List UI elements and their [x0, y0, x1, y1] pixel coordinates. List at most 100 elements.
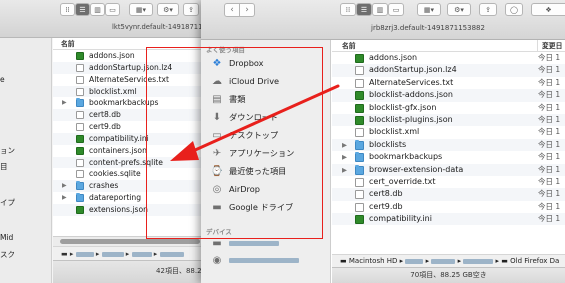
sidebar-item[interactable]: ▬ Google ドライブ	[201, 199, 331, 215]
file-row[interactable]: compatibility.ini	[53, 132, 212, 145]
path-root[interactable]: Macintosh HD	[349, 257, 398, 265]
scrollbar-thumb[interactable]	[60, 239, 200, 244]
group-button[interactable]: ▦▾	[129, 3, 153, 16]
list-view-button[interactable]: ☰	[356, 3, 372, 16]
file-row[interactable]: blocklist-gfx.json 今日 1	[332, 102, 565, 114]
path-segment[interactable]	[101, 251, 124, 257]
name-column-header[interactable]: 名前	[53, 38, 212, 50]
modified-date: 今日 1	[538, 214, 561, 224]
sidebar-device-item[interactable]: ▬	[201, 235, 331, 251]
sidebar-item[interactable]: ⬇ ダウンロード	[201, 109, 331, 125]
disclosure-triangle-icon[interactable]: ▶	[342, 151, 347, 163]
sidebar-item[interactable]: ョン	[0, 145, 15, 156]
json-file-icon	[355, 115, 364, 125]
file-row[interactable]: ▶ browser-extension-data 今日 1	[332, 163, 565, 176]
date-column-header[interactable]: 変更日	[537, 40, 565, 52]
icon-view-button[interactable]: ⁞⁞	[340, 3, 356, 16]
horizontal-scrollbar[interactable]	[53, 236, 212, 246]
list-view-button[interactable]: ☰	[75, 3, 90, 16]
path-segment[interactable]	[431, 258, 456, 264]
front-toolbar: ‹ › ⁞⁞ ☰ ▥ ▭ ▦▾ ⚙▾ ⇪ ◯ ❖ jrb8zrj3.defaul…	[201, 0, 565, 40]
share-button[interactable]: ⇪	[183, 3, 199, 16]
sidebar-item[interactable]: イプ	[0, 197, 15, 208]
column-view-button[interactable]: ▥	[90, 3, 105, 16]
disclosure-triangle-icon[interactable]: ▶	[342, 164, 347, 176]
sidebar-item[interactable]: スク	[0, 249, 15, 260]
disclosure-triangle-icon[interactable]: ▶	[62, 192, 67, 204]
file-name: crashes	[89, 181, 119, 191]
sidebar-item[interactable]: ☁ iCloud Drive	[201, 73, 331, 89]
sidebar-item[interactable]: e	[0, 75, 5, 84]
folder-icon	[355, 164, 364, 175]
disclosure-triangle-icon[interactable]: ▶	[62, 97, 67, 109]
share-button[interactable]: ⇪	[479, 3, 497, 16]
gallery-view-button[interactable]: ▭	[388, 3, 404, 16]
disk-icon: ◉	[212, 254, 222, 266]
name-column-header[interactable]: 名前	[342, 40, 356, 52]
back-button[interactable]: ‹	[224, 3, 240, 17]
path-leaf[interactable]: Old Firefox Da	[510, 257, 559, 265]
modified-date: 今日 1	[538, 164, 561, 174]
path-segment[interactable]	[159, 251, 184, 257]
json-file-icon	[76, 146, 84, 155]
file-row[interactable]: extensions.json	[53, 203, 212, 216]
icon-view-button[interactable]: ⁞⁞	[60, 3, 75, 16]
path-segment[interactable]	[463, 258, 494, 264]
disclosure-triangle-icon[interactable]: ▶	[342, 139, 347, 151]
path-segment[interactable]	[75, 251, 94, 257]
file-row[interactable]: cert9.db 今日 1	[332, 201, 565, 213]
group-button[interactable]: ▦▾	[417, 3, 441, 16]
front-file-list: 名前 変更日 addons.json 今日 1 addonStartup.json.…	[332, 40, 565, 254]
document-icon	[355, 202, 364, 212]
path-segment[interactable]	[131, 251, 152, 257]
sidebar-item-label: 書類	[229, 94, 246, 104]
cloud-icon: ☁	[212, 75, 222, 87]
sidebar-item[interactable]: ✈ アプリケーション	[201, 145, 331, 161]
file-row[interactable]: addonStartup.json.lz4 今日 1	[332, 64, 565, 77]
file-name: bookmarkbackups	[89, 98, 159, 108]
sidebar-item[interactable]: ◎ AirDrop	[201, 181, 331, 197]
tag-button[interactable]: ◯	[505, 3, 523, 16]
dropbox-button[interactable]: ❖	[531, 3, 565, 16]
file-row[interactable]: ▶ bookmarkbackups 今日 1	[332, 151, 565, 163]
file-row[interactable]: addons.json	[53, 50, 212, 62]
file-row[interactable]: ▶ bookmarkbackups	[53, 97, 212, 109]
file-row[interactable]: cert8.db 今日 1	[332, 188, 565, 201]
action-gear-button[interactable]: ⚙▾	[157, 3, 179, 16]
file-row[interactable]: addons.json 今日 1	[332, 52, 565, 64]
sidebar-item[interactable]: 目	[0, 161, 8, 172]
file-row[interactable]: blocklist.xml	[53, 85, 212, 98]
file-row[interactable]: blocklist.xml 今日 1	[332, 126, 565, 138]
disclosure-triangle-icon[interactable]: ▶	[62, 180, 67, 192]
file-row[interactable]: compatibility.ini 今日 1	[332, 213, 565, 226]
sidebar-item[interactable]: ▭ デスクトップ	[201, 127, 331, 143]
file-row[interactable]: ▶ datareporting	[53, 192, 212, 204]
file-row[interactable]: containers.json	[53, 145, 212, 157]
file-row[interactable]: cert_override.txt 今日 1	[332, 176, 565, 188]
file-row[interactable]: cookies.sqlite	[53, 168, 212, 180]
file-row[interactable]: blocklist-addons.json 今日 1	[332, 89, 565, 102]
column-view-button[interactable]: ▥	[372, 3, 388, 16]
file-row[interactable]: AlternateServices.txt	[53, 74, 212, 86]
document-icon	[76, 111, 84, 120]
file-row[interactable]: blocklist-plugins.json 今日 1	[332, 113, 565, 127]
file-row[interactable]: AlternateServices.txt 今日 1	[332, 77, 565, 89]
sidebar-item[interactable]: ▤ 書類	[201, 91, 331, 107]
file-row[interactable]: content-prefs.sqlite	[53, 156, 212, 169]
sidebar-device-item[interactable]: ◉	[201, 252, 331, 268]
modified-date: 今日 1	[538, 102, 561, 112]
file-row[interactable]: cert9.db	[53, 121, 212, 133]
action-gear-button[interactable]: ⚙▾	[447, 3, 471, 16]
file-row[interactable]: cert8.db	[53, 109, 212, 122]
file-row[interactable]: addonStartup.json.lz4	[53, 61, 212, 74]
path-segment[interactable]	[405, 258, 424, 264]
file-row[interactable]: ▶ crashes	[53, 180, 212, 193]
file-row[interactable]: ▶ blocklists 今日 1	[332, 138, 565, 152]
sidebar-item[interactable]: ❖ Dropbox	[201, 55, 331, 71]
sidebar-item[interactable]: ⌚ 最近使った項目	[201, 163, 331, 179]
gallery-view-button[interactable]: ▭	[105, 3, 120, 16]
sidebar-item[interactable]: Mid	[0, 233, 13, 242]
sidebar-item-label: ダウンロード	[229, 112, 279, 122]
forward-button[interactable]: ›	[239, 3, 255, 17]
file-name: addons.json	[369, 53, 418, 62]
